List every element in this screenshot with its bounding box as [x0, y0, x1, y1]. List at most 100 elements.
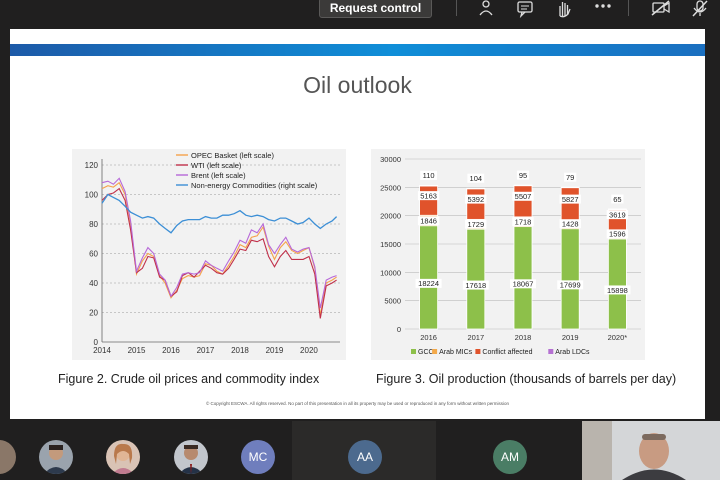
bar-segment — [419, 184, 438, 187]
bar-segment — [560, 228, 580, 330]
toolbar-divider — [456, 0, 457, 16]
data-label: 1729 — [467, 220, 484, 229]
x-tick-label: 2018 — [231, 346, 249, 355]
y-tick-label: 60 — [89, 250, 98, 259]
y-tick-label: 40 — [89, 279, 98, 288]
bar-segment — [466, 188, 486, 220]
x-tick-label: 2020 — [300, 346, 318, 355]
x-tick-label: 2017 — [197, 346, 215, 355]
participant-photo-avatar — [174, 440, 208, 474]
x-tick-label: 2016 — [420, 333, 437, 342]
data-label: 1718 — [515, 217, 532, 226]
data-label: 18067 — [513, 280, 534, 289]
oil-production-chart: 0 5000 10000 15000 20000 25000 30000 18224 1846 5… — [371, 149, 645, 360]
y-tick-label: 25000 — [380, 183, 401, 192]
x-tick-label: 2019 — [562, 333, 579, 342]
participant-avatar — [0, 440, 16, 474]
legend-label: Arab MICs — [439, 349, 473, 356]
legend-label: Non-energy Commodities (right scale) — [191, 181, 318, 190]
series-line — [101, 193, 338, 234]
series-line — [101, 177, 337, 309]
y-tick-label: 30000 — [380, 155, 401, 164]
oil-price-chart-svg: 0204060801001202014 2015 2016 2017 2018 2019 2… — [85, 151, 340, 355]
participant-tile[interactable]: AA — [292, 421, 436, 480]
participant-tile-edge — [0, 421, 20, 480]
data-label: 1428 — [562, 220, 579, 229]
data-label: 110 — [423, 171, 435, 180]
participant-photo-avatar — [39, 440, 73, 474]
legend-label: Arab LDCs — [555, 349, 590, 356]
participant-tile[interactable] — [20, 421, 92, 480]
data-label: 5163 — [420, 191, 437, 200]
participant-tile[interactable]: AM — [436, 421, 582, 480]
y-tick-label: 100 — [85, 191, 99, 200]
camera-off-icon[interactable] — [649, 0, 673, 18]
bar-segment — [560, 187, 580, 222]
participant-initials-avatar: AA — [348, 440, 382, 474]
participant-tile[interactable] — [164, 421, 236, 480]
presenter-video — [582, 421, 720, 480]
legend-label: Conflict affected — [482, 349, 532, 356]
legend-swatch — [432, 349, 438, 354]
meeting-window: Request control Oil outlook 0 20 40 60 80 100… — [0, 0, 720, 480]
y-tick-label: 20 — [89, 309, 98, 318]
data-label: 5392 — [467, 195, 484, 204]
request-control-button[interactable]: Request control — [319, 0, 432, 18]
data-label: 104 — [470, 174, 483, 183]
bar-segment — [513, 185, 533, 218]
meeting-toolbar: Request control — [0, 0, 720, 22]
participant-tile[interactable]: MC — [236, 421, 292, 480]
legend-label: WTI (left scale) — [191, 161, 242, 170]
bar-segment — [466, 187, 486, 190]
y-tick-label: 10000 — [380, 268, 401, 277]
data-label: 1846 — [420, 217, 437, 226]
y-tick-label: 20000 — [380, 212, 401, 221]
legend-label: GCC — [418, 349, 434, 356]
data-label: 1596 — [609, 230, 626, 239]
slide-header-bar — [10, 44, 705, 56]
x-tick-label: 2017 — [467, 333, 484, 342]
people-icon[interactable] — [474, 0, 498, 18]
x-tick-label: 2018 — [515, 333, 532, 342]
y-tick-label: 80 — [89, 220, 98, 229]
bar-segment — [466, 228, 486, 330]
data-label: 95 — [519, 171, 527, 180]
more-icon[interactable] — [591, 0, 615, 18]
y-tick-label: 5000 — [384, 297, 401, 306]
mic-off-icon[interactable] — [688, 0, 712, 18]
data-label: 65 — [613, 195, 621, 204]
raise-hand-icon[interactable] — [552, 0, 576, 18]
legend-label: Brent (left scale) — [191, 171, 246, 180]
legend-swatch — [548, 349, 554, 354]
slide-title: Oil outlook — [303, 72, 412, 98]
bar-segment — [419, 225, 438, 330]
participant-strip: MC AA AM — [0, 421, 720, 480]
shared-slide: Oil outlook 0 20 40 60 80 100 120 2014 2015 2016 2… — [10, 29, 705, 419]
data-label: 79 — [566, 173, 574, 182]
participant-photo-avatar — [106, 440, 140, 474]
data-label: 3619 — [609, 210, 626, 219]
data-label: 5507 — [515, 192, 532, 201]
y-tick-label: 120 — [85, 161, 99, 170]
series-line — [101, 181, 337, 316]
x-tick-label: 2019 — [266, 346, 284, 355]
bar-segment — [513, 184, 533, 187]
data-label: 17699 — [560, 281, 581, 290]
x-tick-label: 2016 — [162, 346, 180, 355]
y-tick-label: 15000 — [380, 240, 401, 249]
bar-segment — [607, 238, 627, 330]
bar-segment — [513, 226, 533, 330]
legend-swatch — [475, 349, 481, 354]
toolbar-divider — [628, 0, 629, 16]
x-tick-label: 2014 — [93, 346, 111, 355]
copyright-notice: © Copyright ESCWA. All rights reserved. … — [205, 401, 510, 406]
data-label: 15898 — [607, 286, 628, 295]
legend-swatch — [411, 349, 416, 354]
data-label: 5827 — [562, 195, 579, 204]
chat-icon[interactable] — [513, 0, 537, 19]
figure-2-caption: Figure 2. Crude oil prices and commodity… — [58, 372, 320, 386]
y-tick-label: 0 — [397, 325, 401, 334]
participant-tile[interactable] — [92, 421, 164, 480]
bar-segment — [560, 186, 580, 189]
presenter-video-tile[interactable] — [582, 421, 720, 480]
